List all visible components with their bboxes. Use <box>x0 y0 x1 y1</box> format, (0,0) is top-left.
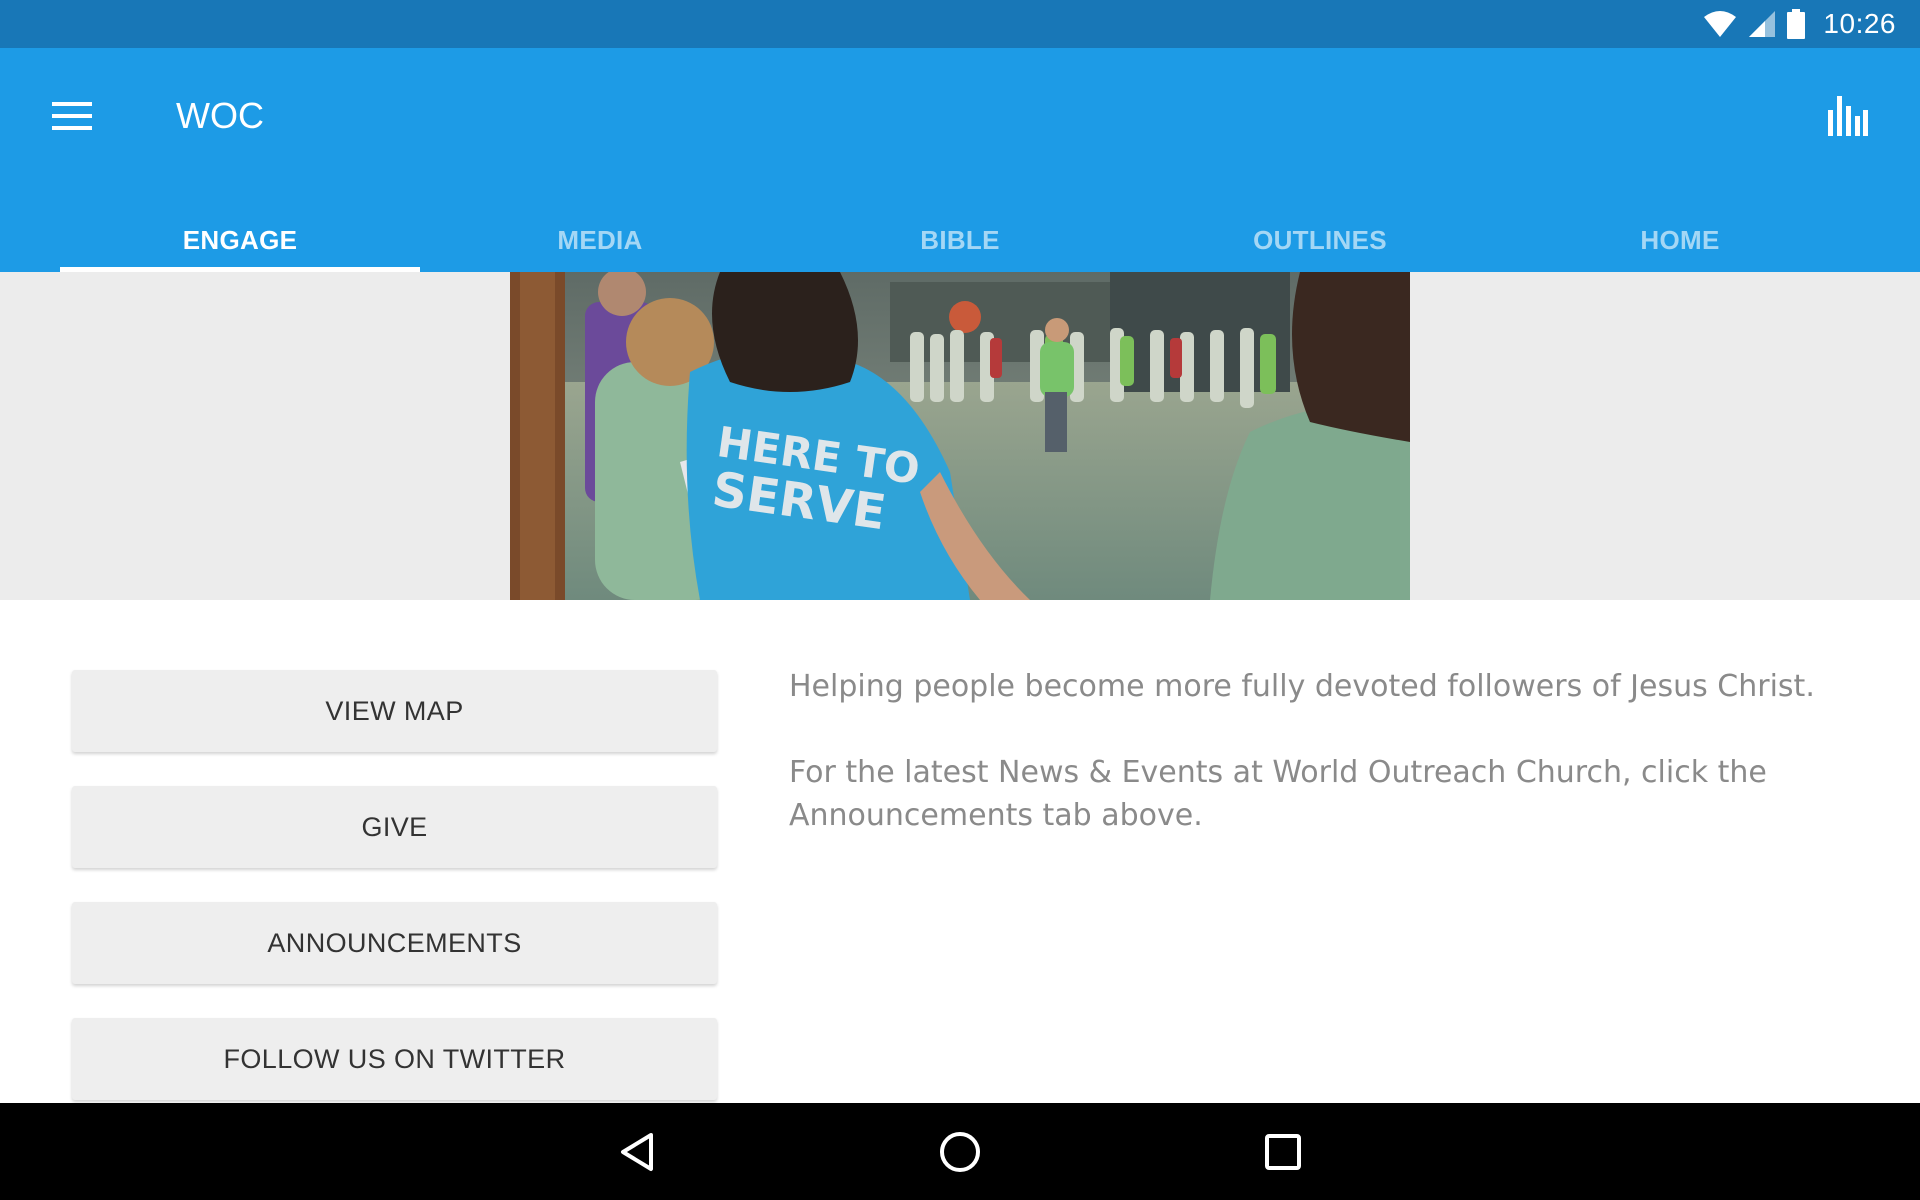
recents-button[interactable] <box>1243 1121 1323 1183</box>
news-text: For the latest News & Events at World Ou… <box>789 755 1767 833</box>
give-button[interactable]: GIVE <box>72 786 717 868</box>
back-button[interactable] <box>597 1121 677 1183</box>
status-time: 10:26 <box>1823 8 1896 39</box>
hamburger-menu-icon <box>52 102 92 130</box>
tagline-text: Helping people become more fully devoted… <box>789 669 1815 704</box>
content-area: VIEW MAP GIVE ANNOUNCEMENTS FOLLOW US ON… <box>0 600 1920 1103</box>
hero-image: HERE TO SERVE <box>510 272 1410 600</box>
battery-icon <box>1787 9 1806 39</box>
tab-media[interactable]: MEDIA <box>420 208 780 272</box>
recents-icon <box>1265 1134 1301 1170</box>
bar-chart-icon <box>1828 96 1868 136</box>
back-icon <box>621 1133 653 1171</box>
hero-photo: HERE TO SERVE <box>510 272 1410 600</box>
cell-signal-icon <box>1749 11 1776 37</box>
tab-bar: ENGAGE MEDIA BIBLE OUTLINES HOME <box>60 208 1860 272</box>
tab-home[interactable]: HOME <box>1500 208 1860 272</box>
app-bar: WOC ENGAGE MEDIA BIBLE OUTLINES HOME <box>0 48 1920 272</box>
follow-twitter-button[interactable]: FOLLOW US ON TWITTER <box>72 1018 717 1100</box>
tab-bible[interactable]: BIBLE <box>780 208 1140 272</box>
statistics-button[interactable] <box>1812 84 1884 148</box>
announcements-button[interactable]: ANNOUNCEMENTS <box>72 902 717 984</box>
menu-button[interactable] <box>36 84 108 148</box>
hero-band: HERE TO SERVE <box>0 272 1920 600</box>
system-nav-bar <box>0 1103 1920 1200</box>
home-icon <box>940 1132 980 1172</box>
tab-outlines[interactable]: OUTLINES <box>1140 208 1500 272</box>
home-button[interactable] <box>920 1121 1000 1183</box>
status-bar: 10:26 <box>0 0 1920 48</box>
wifi-icon <box>1704 11 1737 37</box>
view-map-button[interactable]: VIEW MAP <box>72 670 717 752</box>
status-icons: 10:26 <box>1703 0 1896 48</box>
tab-engage[interactable]: ENGAGE <box>60 208 420 272</box>
app-title: WOC <box>176 95 264 136</box>
